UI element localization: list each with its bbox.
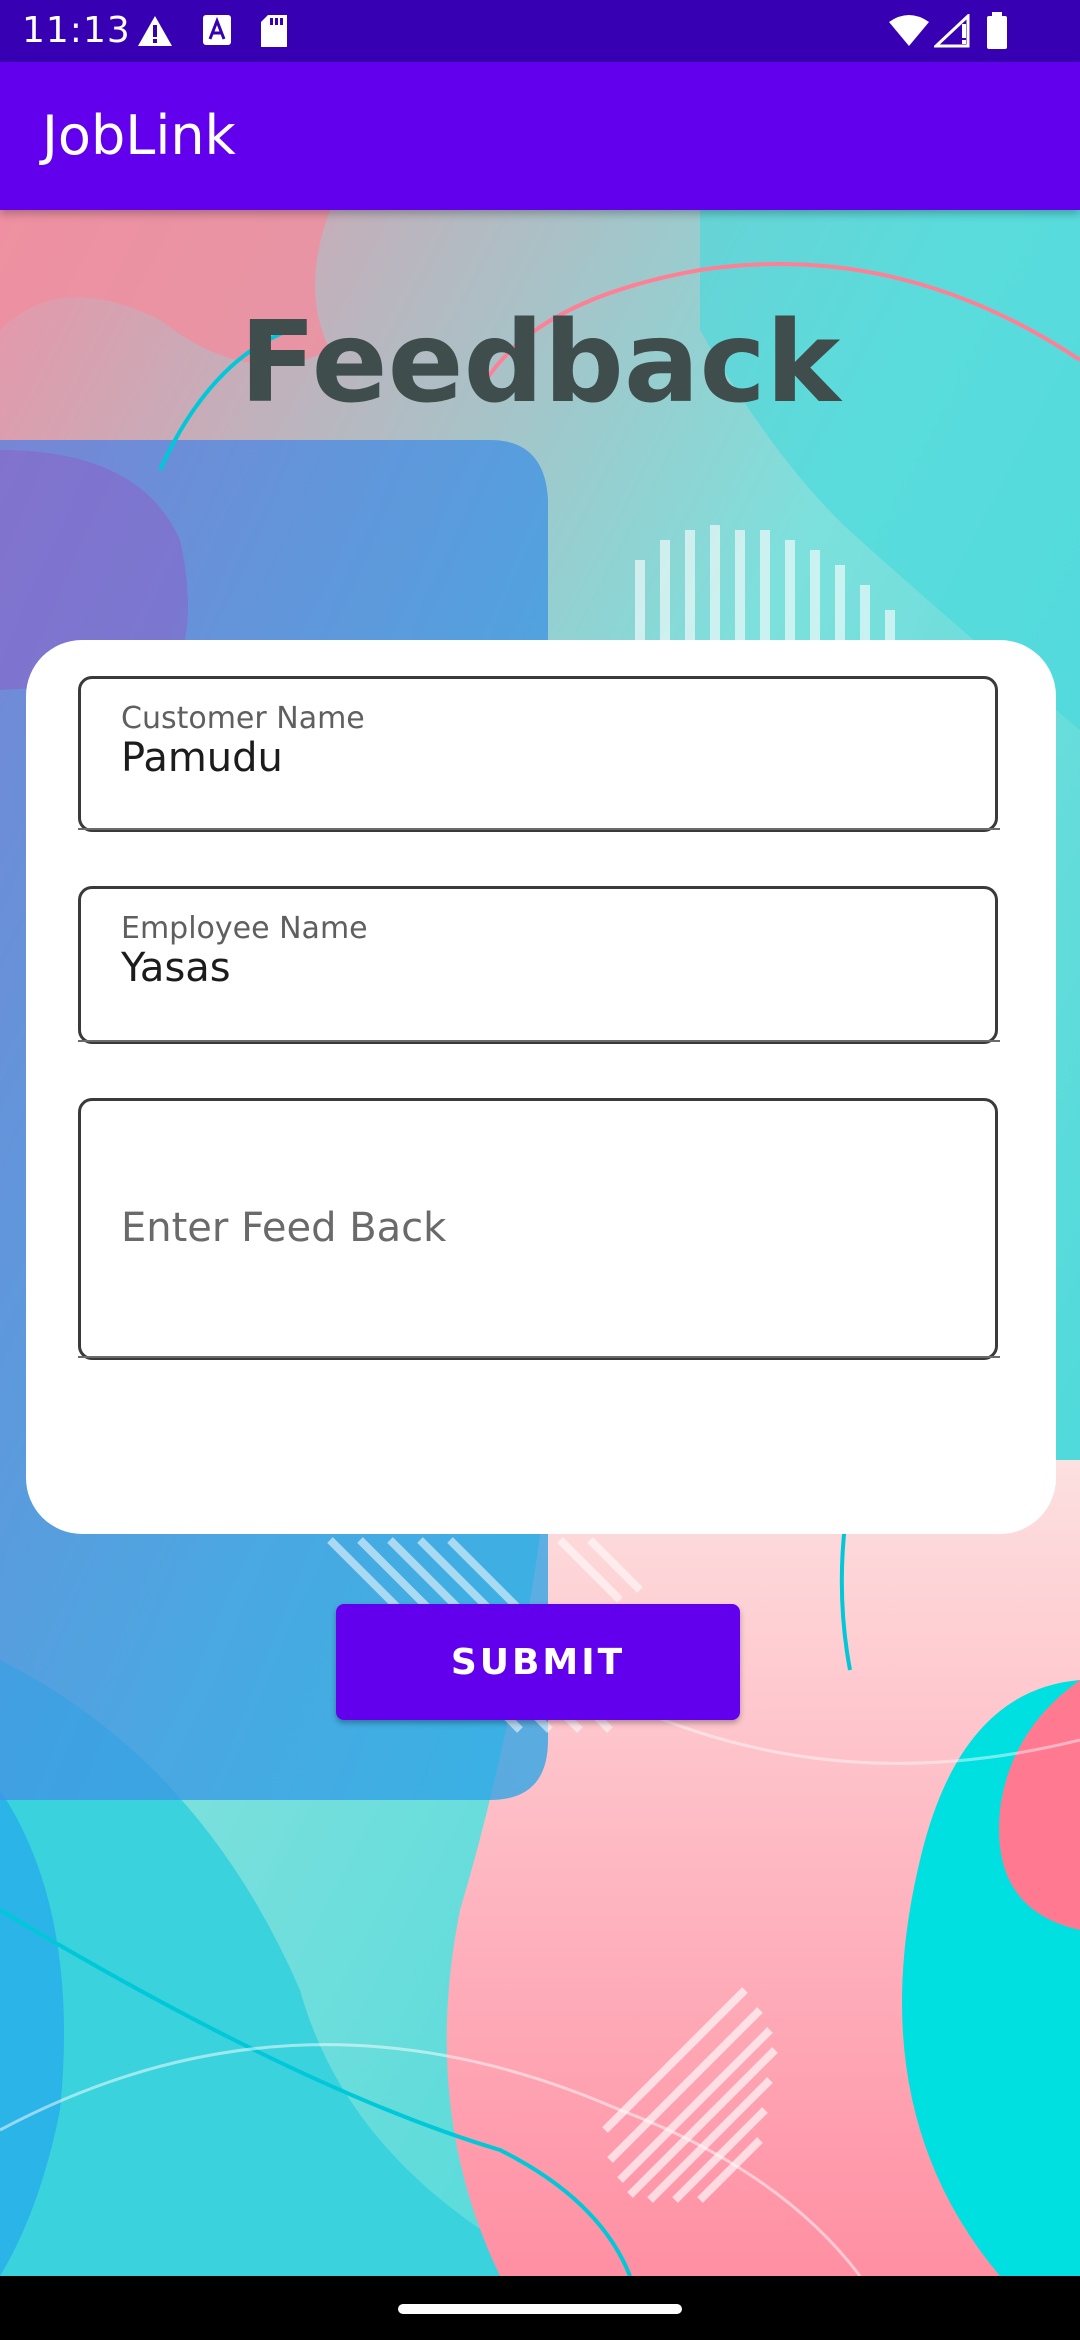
a-font-icon — [202, 14, 232, 51]
feedback-form-card: Customer Name Pamudu Employee Name Yasas… — [26, 640, 1056, 1534]
page-title: Feedback — [239, 298, 841, 428]
status-bar: 11:13 — [0, 0, 1080, 62]
app-title: JobLink — [42, 104, 236, 167]
signal-icon — [932, 12, 970, 53]
submit-button[interactable]: SUBMIT — [336, 1604, 740, 1720]
customer-name-underline — [78, 828, 1000, 830]
app-bar: JobLink — [0, 62, 1080, 210]
status-time: 11:13 — [22, 10, 131, 51]
employee-name-field[interactable]: Employee Name Yasas — [78, 886, 998, 1044]
feedback-placeholder: Enter Feed Back — [121, 1205, 447, 1251]
employee-name-label: Employee Name — [121, 911, 368, 946]
wifi-icon — [888, 14, 930, 53]
employee-name-underline — [78, 1040, 1000, 1042]
customer-name-field[interactable]: Customer Name Pamudu — [78, 676, 998, 832]
feedback-input[interactable]: Enter Feed Back — [78, 1098, 998, 1360]
sd-card-icon — [260, 14, 288, 53]
navigation-bar — [0, 2276, 1080, 2340]
customer-name-label: Customer Name — [121, 701, 365, 736]
employee-name-value[interactable]: Yasas — [121, 945, 231, 991]
home-gesture-handle[interactable] — [398, 2304, 682, 2314]
feedback-underline — [78, 1356, 1000, 1358]
battery-icon — [986, 12, 1008, 55]
feedback-screen: Feedback Customer Name Pamudu Employee N… — [0, 210, 1080, 2276]
customer-name-value[interactable]: Pamudu — [121, 735, 283, 781]
warning-icon — [136, 14, 174, 53]
